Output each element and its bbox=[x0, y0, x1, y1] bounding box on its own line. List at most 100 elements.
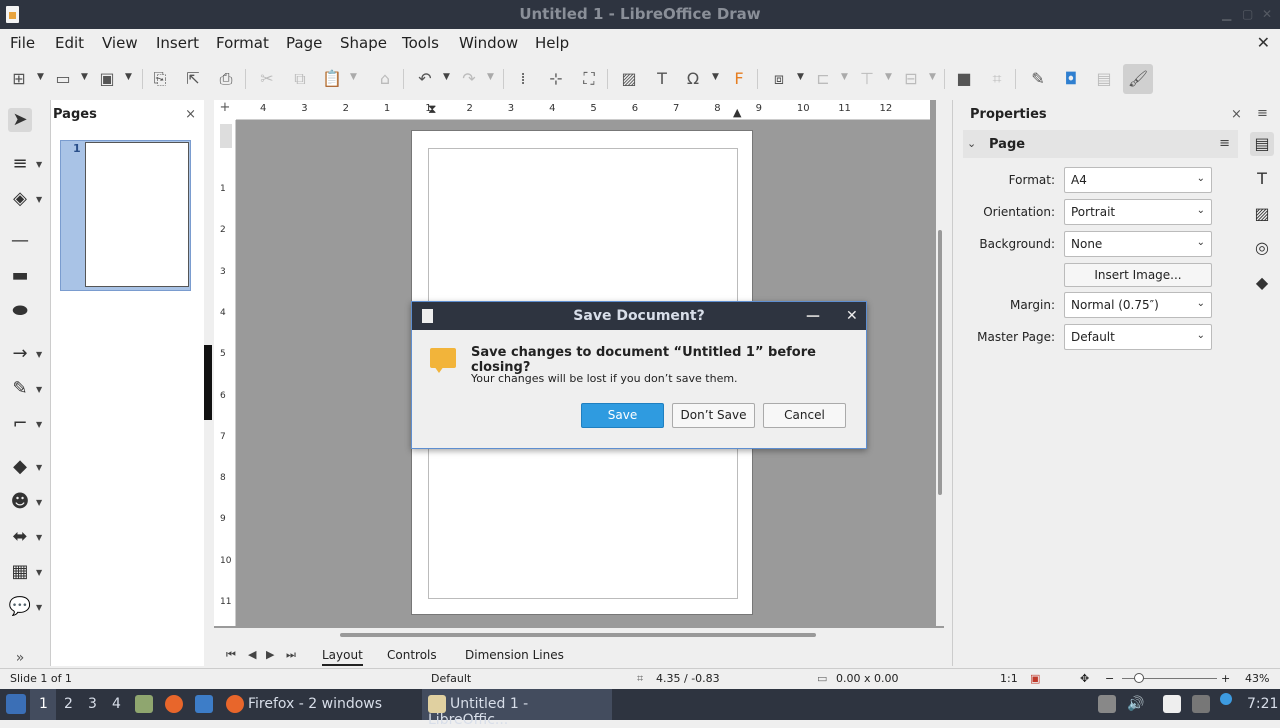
page-thumbnail[interactable] bbox=[85, 142, 189, 287]
redo-icon[interactable]: ↷ bbox=[458, 68, 480, 90]
gallery-deck-icon[interactable]: ▨ bbox=[1250, 202, 1274, 226]
symbol-shapes-icon[interactable]: ☻ bbox=[8, 490, 32, 514]
menu-page[interactable]: Page bbox=[286, 34, 322, 52]
chevron-down-icon[interactable]: ▼ bbox=[36, 420, 42, 429]
chevron-down-icon[interactable]: ▼ bbox=[36, 568, 42, 577]
menu-view[interactable]: View bbox=[102, 34, 138, 52]
menu-window[interactable]: Window bbox=[459, 34, 518, 52]
network-icon[interactable] bbox=[1192, 695, 1210, 713]
terminal-icon[interactable] bbox=[195, 695, 213, 713]
distribute-icon[interactable]: ⊟ bbox=[900, 68, 922, 90]
indent-marker-icon[interactable]: ▲ bbox=[733, 106, 741, 119]
zoom-slider-handle[interactable] bbox=[1134, 673, 1144, 683]
chevron-down-icon[interactable]: ▼ bbox=[885, 72, 892, 82]
toggle-extrusion-icon[interactable]: ▤ bbox=[1093, 68, 1115, 90]
horizontal-ruler[interactable]: ⧗ ▲ 4 3 2 1 1 2 3 4 5 6 7 8 9 10 11 12 bbox=[236, 100, 930, 120]
background-select[interactable]: None ⌄ bbox=[1064, 231, 1212, 257]
ruler-origin-icon[interactable]: + bbox=[214, 100, 236, 120]
chevron-down-icon[interactable]: ▼ bbox=[712, 72, 719, 82]
menu-file[interactable]: File bbox=[10, 34, 35, 52]
dont-save-button[interactable]: Don’t Save bbox=[672, 403, 755, 428]
open-icon[interactable]: ▭ bbox=[52, 68, 74, 90]
cut-icon[interactable]: ✂ bbox=[256, 68, 278, 90]
master-page-select[interactable]: Default ⌄ bbox=[1064, 324, 1212, 350]
flowchart-icon[interactable]: ▦ bbox=[8, 560, 32, 584]
fill-color-icon[interactable]: ◈ bbox=[8, 187, 32, 211]
format-select[interactable]: A4 ⌄ bbox=[1064, 167, 1212, 193]
insert-textbox-icon[interactable]: T bbox=[651, 68, 673, 90]
align-icon[interactable]: ⊏ bbox=[812, 68, 834, 90]
shapes-deck-icon[interactable]: ◆ bbox=[1250, 271, 1274, 295]
clipboard-icon[interactable] bbox=[1163, 695, 1181, 713]
print-icon[interactable]: ⎙ bbox=[215, 68, 237, 90]
chevron-down-icon[interactable]: ▼ bbox=[797, 72, 804, 82]
special-character-icon[interactable]: Ω bbox=[682, 68, 704, 90]
new-icon[interactable]: ⊞ bbox=[8, 68, 30, 90]
close-window-icon[interactable]: ✕ bbox=[1262, 0, 1272, 29]
tray-icon[interactable] bbox=[1098, 695, 1116, 713]
navigator-deck-icon[interactable]: ◎ bbox=[1250, 236, 1274, 260]
fit-page-icon[interactable]: ✥ bbox=[1080, 672, 1089, 685]
insert-image-button[interactable]: Insert Image... bbox=[1064, 263, 1212, 287]
last-tab-icon[interactable]: ⏭ bbox=[286, 648, 296, 662]
scrollbar-thumb[interactable] bbox=[340, 633, 816, 637]
shadow-icon[interactable]: ■ bbox=[953, 68, 975, 90]
export-icon[interactable]: ⎘ bbox=[149, 68, 171, 90]
select-icon[interactable]: ➤ bbox=[8, 108, 32, 132]
volume-icon[interactable]: 🔊 bbox=[1127, 696, 1144, 712]
helplines-icon[interactable]: ⊹ bbox=[545, 68, 567, 90]
document-modified-icon[interactable]: ▣ bbox=[1030, 672, 1040, 685]
rectangle-icon[interactable]: ▬ bbox=[8, 264, 32, 288]
zoom-in-icon[interactable]: + bbox=[1221, 672, 1230, 685]
ellipse-icon[interactable]: ⬬ bbox=[8, 299, 32, 323]
save-button[interactable]: Save bbox=[581, 403, 664, 428]
workspace-3[interactable]: 3 bbox=[88, 696, 97, 712]
firefox-launcher-icon[interactable] bbox=[165, 695, 183, 713]
menu-format[interactable]: Format bbox=[216, 34, 269, 52]
tab-controls[interactable]: Controls bbox=[387, 648, 437, 662]
chevron-down-icon[interactable]: ▼ bbox=[36, 385, 42, 394]
tab-layout[interactable]: Layout bbox=[322, 648, 363, 666]
basic-shapes-icon[interactable]: ◆ bbox=[8, 455, 32, 479]
expand-toolbar-icon[interactable]: » bbox=[8, 646, 32, 670]
start-menu-icon[interactable] bbox=[6, 694, 26, 714]
cancel-button[interactable]: Cancel bbox=[763, 403, 846, 428]
chevron-down-icon[interactable]: ▼ bbox=[841, 72, 848, 82]
copy-icon[interactable]: ⧉ bbox=[289, 68, 311, 90]
chevron-down-icon[interactable]: ▼ bbox=[350, 72, 357, 82]
export-pdf-icon[interactable]: ⇱ bbox=[182, 68, 204, 90]
chevron-down-icon[interactable]: ▼ bbox=[36, 498, 42, 507]
first-tab-icon[interactable]: ⏮ bbox=[226, 648, 236, 662]
chevron-down-icon[interactable]: ▼ bbox=[929, 72, 936, 82]
chevron-down-icon[interactable]: ▼ bbox=[443, 72, 450, 82]
curves-polygons-icon[interactable]: ✎ bbox=[8, 377, 32, 401]
chevron-down-icon[interactable]: ▼ bbox=[36, 603, 42, 612]
close-document-icon[interactable]: ✕ bbox=[1257, 33, 1270, 52]
line-icon[interactable]: — bbox=[8, 229, 32, 253]
line-color-icon[interactable]: ≡ bbox=[8, 152, 32, 176]
menu-tools[interactable]: Tools bbox=[402, 34, 439, 52]
menu-edit[interactable]: Edit bbox=[55, 34, 84, 52]
chevron-down-icon[interactable]: ▼ bbox=[81, 72, 88, 82]
workspace-2[interactable]: 2 bbox=[64, 696, 73, 712]
paste-icon[interactable]: 📋 bbox=[321, 68, 343, 90]
left-splitter-handle[interactable] bbox=[204, 345, 212, 420]
close-icon[interactable]: ✕ bbox=[846, 302, 858, 330]
lines-arrows-icon[interactable]: → bbox=[8, 342, 32, 366]
notification-icon[interactable] bbox=[1220, 693, 1232, 705]
vertical-ruler[interactable]: 1 2 3 4 5 6 7 8 9 10 11 bbox=[214, 120, 236, 626]
horizontal-scrollbar[interactable] bbox=[220, 630, 930, 638]
chevron-down-icon[interactable]: ▼ bbox=[36, 463, 42, 472]
callouts-icon[interactable]: 💬 bbox=[8, 595, 32, 619]
clone-formatting-icon[interactable]: ⌂ bbox=[374, 68, 396, 90]
taskbar-firefox-window[interactable]: Firefox - 2 windows bbox=[220, 689, 388, 720]
chevron-down-icon[interactable]: ▼ bbox=[36, 350, 42, 359]
properties-deck-icon[interactable]: ▤ bbox=[1250, 132, 1274, 156]
connectors-icon[interactable]: ⌐ bbox=[8, 412, 32, 436]
menu-insert[interactable]: Insert bbox=[156, 34, 199, 52]
zoom-out-icon[interactable]: − bbox=[1105, 672, 1114, 685]
taskbar-libreoffice-window[interactable]: Untitled 1 - LibreOffic... bbox=[422, 689, 612, 728]
points-icon[interactable]: ✎ bbox=[1027, 68, 1049, 90]
chevron-down-icon[interactable]: ▼ bbox=[487, 72, 494, 82]
insert-image-icon[interactable]: ▨ bbox=[618, 68, 640, 90]
